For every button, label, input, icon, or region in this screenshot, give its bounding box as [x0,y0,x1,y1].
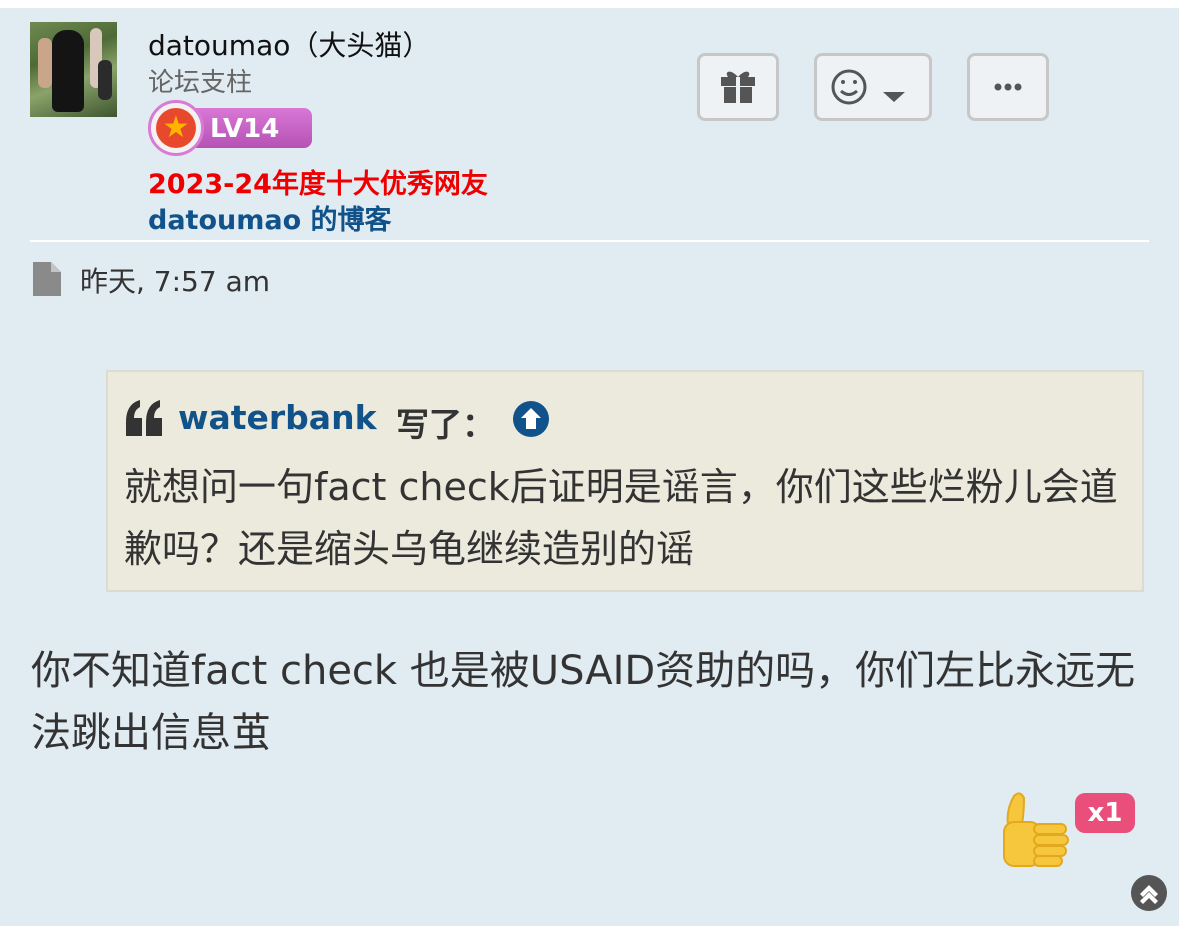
back-to-top-icon[interactable] [1130,874,1168,912]
quote-text: 就想问一句fact check后证明是谣言，你们这些烂粉儿会道歉吗？还是缩头乌龟… [124,465,1118,571]
avatar[interactable] [30,22,117,117]
quote-mark-icon [126,400,162,436]
chevron-down-icon [883,92,905,102]
more-options-button[interactable] [967,53,1049,121]
thumbs-up-icon[interactable] [998,790,1072,870]
star-medal-icon: ★ [148,100,204,156]
avatar-figure [52,30,84,112]
post-body: 你不知道fact check 也是被USAID资助的吗，你们左比永远无法跳出信息… [31,648,1136,756]
header-divider [30,240,1149,242]
quote-block: waterbank 写了： 就想问一句fact check后证明是谣言，你们这些… [106,370,1144,592]
level-label: LV14 [210,114,280,144]
post-document-icon[interactable] [33,262,61,296]
post-container: datoumao（大头猫） 论坛支柱 LV14 ★ 2023-24年度十大优秀网… [0,8,1179,926]
smiley-icon [831,69,867,105]
author-blog-link[interactable]: datoumao 的博客 [148,198,392,237]
author-username[interactable]: datoumao（大头猫） [148,24,430,64]
author-rank: 论坛支柱 [148,68,253,98]
level-badge: LV14 ★ [148,100,314,156]
quote-wrote-label: 写了： [396,405,495,444]
author-honor: 2023-24年度十大优秀网友 [148,169,488,200]
avatar-figure [38,38,52,88]
avatar-figure [98,60,112,100]
quote-username[interactable]: waterbank [178,398,377,437]
post-timestamp: 昨天, 7:57 am [80,265,271,298]
ellipsis-icon [994,83,1022,91]
gift-button[interactable] [697,53,779,121]
gift-icon [721,71,755,103]
reaction-count-badge: x1 [1075,793,1135,833]
reaction-button[interactable] [814,53,932,121]
go-to-quoted-post-icon[interactable] [512,400,550,438]
